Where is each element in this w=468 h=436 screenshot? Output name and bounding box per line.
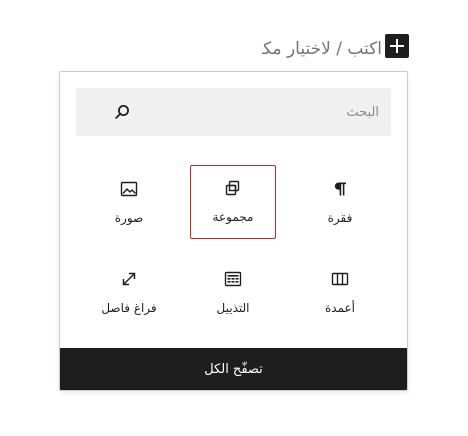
block-label: صورة [114, 211, 144, 225]
plus-icon [390, 39, 404, 53]
search-box [76, 88, 391, 136]
paragraph-icon [330, 179, 350, 199]
search-input[interactable] [124, 88, 379, 136]
block-image[interactable]: صورة [86, 166, 172, 240]
block-inserter-panel: فقرة مجموعة صورة أعم [59, 71, 408, 391]
columns-icon [330, 269, 350, 289]
block-label: التذييل [216, 301, 250, 315]
block-paragraph[interactable]: فقرة [297, 166, 383, 240]
add-block-button[interactable] [385, 34, 409, 58]
footer-icon [223, 269, 243, 289]
block-label: مجموعة [212, 210, 254, 224]
spacer-icon [119, 269, 139, 289]
block-label: فقرة [327, 211, 353, 225]
block-label: فراغ فاصل [101, 301, 157, 315]
search-icon [114, 104, 130, 120]
block-placeholder-text: اكتب / لاختيار مكوّن [262, 39, 382, 59]
block-label: أعمدة [324, 301, 356, 315]
image-icon [119, 179, 139, 199]
browse-all-button[interactable]: تصفّح الكل [60, 348, 407, 390]
block-columns[interactable]: أعمدة [297, 256, 383, 330]
group-icon [223, 178, 243, 198]
block-footer[interactable]: التذييل [190, 256, 276, 330]
block-spacer[interactable]: فراغ فاصل [86, 256, 172, 330]
block-group[interactable]: مجموعة [190, 165, 276, 239]
